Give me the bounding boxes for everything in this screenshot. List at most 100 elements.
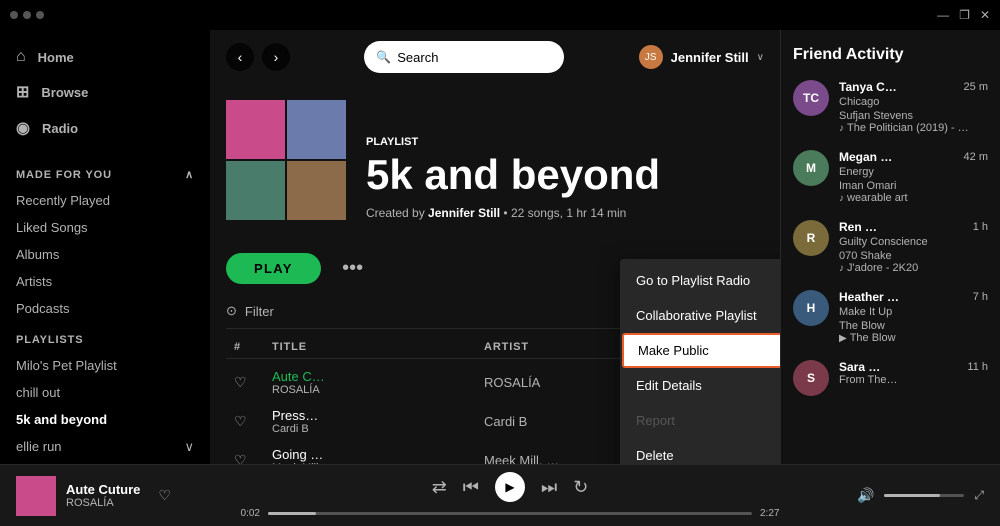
repeat-button[interactable]: ↻ — [573, 477, 588, 498]
friend-name-2: Ren … — [839, 220, 877, 234]
friend-time-3: 7 h — [973, 291, 988, 303]
playlist-creator: Jennifer Still — [428, 206, 500, 220]
sidebar-item-home[interactable]: ⌂ Home — [0, 40, 210, 74]
friend-info-1: Megan … 42 m Energy Iman Omari ♪wearable… — [839, 150, 988, 204]
more-options-button[interactable]: ••• — [337, 252, 369, 284]
shuffle-button[interactable]: ⇄ — [432, 477, 447, 498]
filter-icon: ⊙ — [226, 303, 237, 319]
user-chevron-icon: ∨ — [757, 52, 764, 63]
sidebar-item-milos-pet[interactable]: Milo's Pet Playlist — [0, 352, 210, 379]
heart-icon[interactable]: ♡ — [234, 452, 264, 464]
fullscreen-icon[interactable]: ⤢ — [974, 488, 984, 503]
friend-name-3: Heather … — [839, 290, 899, 304]
music-note-icon-1: ♪ — [839, 193, 844, 204]
friend-avatar-1: M — [793, 150, 829, 186]
friend-name-row-2: Ren … 1 h — [839, 220, 988, 234]
heart-icon[interactable]: ♡ — [158, 487, 171, 504]
context-menu-item-playlist-radio[interactable]: Go to Playlist Radio — [620, 263, 780, 298]
previous-button[interactable]: ⏮ — [463, 477, 479, 498]
music-note-icon-2: ♪ — [839, 263, 844, 274]
art-cell-4 — [287, 161, 346, 220]
sidebar-item-radio-label: Radio — [42, 121, 78, 136]
now-playing-artist: ROSALÍA — [66, 497, 140, 509]
friend-item-4: S Sara … 11 h From The… — [793, 360, 988, 396]
friend-artist-0: Sufjan Stevens — [839, 110, 988, 122]
sidebar-item-artists[interactable]: Artists — [0, 268, 210, 295]
control-buttons: ⇄ ⏮ ▶ ⏭ ↻ — [432, 472, 589, 502]
context-menu: Go to Playlist Radio Collaborative Playl… — [620, 259, 780, 464]
friend-time-4: 11 h — [967, 361, 988, 373]
back-button[interactable]: ‹ — [226, 43, 254, 71]
sidebar: ⌂ Home ⊞ Browse ◉ Radio Made For You ∧ R… — [0, 30, 210, 464]
chevron-up-icon: ∧ — [185, 168, 194, 181]
sidebar-section-made-for-you: Made For You ∧ — [0, 156, 210, 187]
friend-activity-panel: Friend Activity TC Tanya C… 25 m Chicago… — [780, 30, 1000, 464]
progress-bar: 0:02 2:27 — [232, 508, 788, 519]
play-pause-button[interactable]: ▶ — [495, 472, 525, 502]
friend-info-4: Sara … 11 h From The… — [839, 360, 988, 386]
search-input[interactable] — [397, 50, 552, 65]
search-bar[interactable]: 🔍 — [364, 41, 564, 73]
sidebar-item-recently-played[interactable]: Recently Played — [0, 187, 210, 214]
context-menu-item-collaborative[interactable]: Collaborative Playlist — [620, 298, 780, 333]
progress-fill — [268, 512, 316, 515]
main-content: ‹ › 🔍 JS Jennifer Still ∨ — [210, 30, 780, 464]
sidebar-item-ellie-run[interactable]: ellie run ∨ — [0, 433, 210, 461]
volume-bar[interactable] — [884, 494, 964, 497]
dot-2 — [23, 11, 31, 19]
now-playing: Aute Cuture ROSALÍA ♡ — [16, 476, 216, 516]
track-name-col: Aute C… ROSALÍA — [272, 369, 476, 396]
friend-name-1: Megan … — [839, 150, 892, 164]
now-playing-art — [16, 476, 56, 516]
minimize-button[interactable]: — — [937, 8, 949, 22]
friend-track-2: Guilty Conscience — [839, 236, 988, 248]
playlist-art — [226, 100, 346, 220]
friend-item-1: M Megan … 42 m Energy Iman Omari ♪wearab… — [793, 150, 988, 204]
maximize-button[interactable]: ❐ — [959, 8, 970, 22]
context-menu-item-edit-details[interactable]: Edit Details — [620, 368, 780, 403]
sidebar-section-playlists: PLAYLISTS — [0, 322, 210, 352]
sidebar-item-browse[interactable]: ⊞ Browse — [0, 74, 210, 110]
friend-avatar-2: R — [793, 220, 829, 256]
sidebar-item-5k-beyond[interactable]: 5k and beyond — [0, 406, 210, 433]
track-title: Press… — [272, 408, 476, 423]
title-bar: — ❐ ✕ — [0, 0, 1000, 30]
player-right: 🔊 ⤢ — [804, 487, 984, 504]
player-bar: Aute Cuture ROSALÍA ♡ ⇄ ⏮ ▶ ⏭ ↻ 0:02 2:2… — [0, 464, 1000, 526]
title-bar-dots — [10, 11, 44, 19]
sidebar-item-browse-label: Browse — [41, 85, 88, 100]
playlist-song-count: 22 songs — [511, 206, 560, 220]
friend-item-2: R Ren … 1 h Guilty Conscience 070 Shake … — [793, 220, 988, 274]
friend-avatar-4: S — [793, 360, 829, 396]
friend-song-1: ♪wearable art — [839, 192, 988, 204]
sidebar-item-podcasts[interactable]: Podcasts — [0, 295, 210, 322]
close-button[interactable]: ✕ — [980, 8, 990, 22]
sidebar-item-liked-songs[interactable]: Liked Songs — [0, 214, 210, 241]
friend-name-row-0: Tanya C… 25 m — [839, 80, 988, 94]
heart-icon[interactable]: ♡ — [234, 413, 264, 430]
user-info[interactable]: JS Jennifer Still ∨ — [639, 45, 764, 69]
track-name-col: Press… Cardi B — [272, 408, 476, 435]
avatar: JS — [639, 45, 663, 69]
friend-track-0: Chicago — [839, 96, 988, 108]
friend-avatar-3: H — [793, 290, 829, 326]
play-button[interactable]: PLAY — [226, 253, 321, 284]
next-button[interactable]: ⏭ — [541, 477, 557, 498]
friend-song-2: ♪J'adore - 2K20 — [839, 262, 988, 274]
friend-artist-1: Iman Omari — [839, 180, 988, 192]
forward-button[interactable]: › — [262, 43, 290, 71]
playlist-meta: PLAYLIST 5k and beyond Created by Jennif… — [366, 136, 660, 220]
friend-info-2: Ren … 1 h Guilty Conscience 070 Shake ♪J… — [839, 220, 988, 274]
sidebar-item-radio[interactable]: ◉ Radio — [0, 110, 210, 146]
context-menu-item-make-public[interactable]: Make Public — [622, 333, 780, 368]
friend-info-3: Heather … 7 h Make It Up The Blow ▶The B… — [839, 290, 988, 344]
friend-activity-title: Friend Activity — [793, 46, 988, 64]
context-menu-item-delete[interactable]: Delete — [620, 438, 780, 464]
heart-icon[interactable]: ♡ — [234, 374, 264, 391]
progress-track[interactable] — [268, 512, 752, 515]
playlist-duration: 1 hr 14 min — [566, 206, 626, 220]
sidebar-item-chill-out[interactable]: chill out — [0, 379, 210, 406]
filter-input-area[interactable]: ⊙ Filter — [226, 303, 274, 319]
sidebar-item-albums[interactable]: Albums — [0, 241, 210, 268]
friend-time-1: 42 m — [964, 151, 988, 163]
